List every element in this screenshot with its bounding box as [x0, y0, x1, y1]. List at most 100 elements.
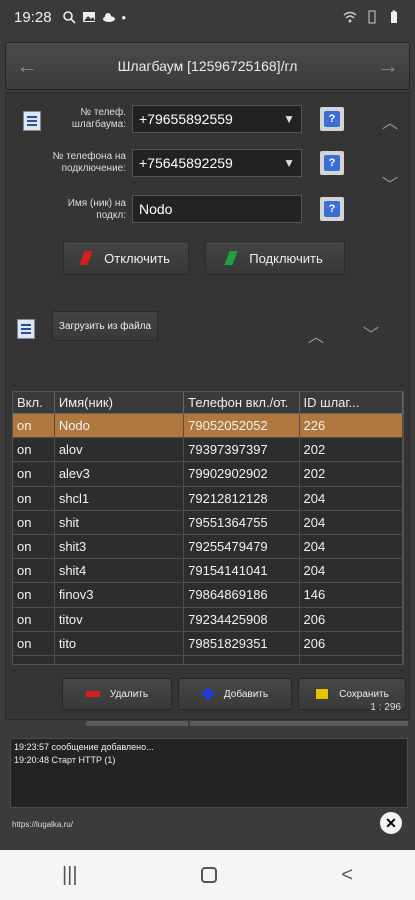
log-panel: 19:23:57 сообщение добавлено... 19:20:48…: [10, 738, 408, 808]
table-cell: 79902902902: [184, 462, 300, 486]
table-cell: 202: [300, 438, 403, 462]
table-cell: on: [13, 438, 55, 462]
table-cell: 79551364755: [184, 510, 300, 534]
main-panel: № телеф. шлагбаума: +79655892559 ▼ ? ︿ №…: [5, 92, 410, 726]
table-row-empty: [13, 655, 403, 664]
title-bar: ← Шлагбаум [12596725168]/гл →: [5, 42, 410, 90]
scrollbar-segment-left[interactable]: [86, 721, 188, 726]
table-row[interactable]: on shit4 79154141041 204: [13, 559, 403, 584]
table-cell: 79255479479: [184, 534, 300, 559]
save-icon: [315, 688, 330, 700]
table-cell: on: [13, 583, 55, 607]
table-cell: alov: [55, 438, 185, 462]
table-cell: [55, 655, 185, 664]
table-cell: [184, 655, 300, 664]
table-cell: titov: [55, 607, 185, 631]
delete-icon: [85, 691, 100, 697]
log-line: 19:23:57 сообщение добавлено...: [14, 742, 154, 752]
search-icon: [62, 11, 76, 24]
help-button-nick[interactable]: ?: [320, 197, 344, 221]
table-cell: 204: [300, 559, 403, 583]
table-cell: finov3: [55, 583, 185, 607]
recent-apps-button[interactable]: |||: [62, 864, 78, 887]
document-icon[interactable]: [23, 111, 41, 131]
table-cell: 206: [300, 631, 403, 655]
col-header-phone[interactable]: Телефон вкл./от.: [184, 392, 300, 413]
col-header-on[interactable]: Вкл.: [13, 392, 55, 413]
table-header: Вкл. Имя(ник) Телефон вкл./от. ID шлаг..…: [13, 392, 403, 414]
horizontal-scrollbar[interactable]: [86, 721, 411, 727]
table-cell: 204: [300, 486, 403, 510]
table-cell: 202: [300, 462, 403, 486]
chevron-down-icon: ▼: [283, 112, 295, 126]
page-title: Шлагбаум [12596725168]/гл: [117, 58, 298, 74]
table-row[interactable]: on alev3 79902902902 202: [13, 462, 403, 487]
table-cell: 79851829351: [184, 631, 300, 655]
load-from-file-button[interactable]: Загрузить из файла: [52, 311, 158, 341]
wifi-icon: [343, 11, 357, 23]
scroll-up-icon[interactable]: ︿: [308, 323, 324, 347]
table-cell: 79052052052: [184, 414, 300, 438]
image-icon: [82, 12, 95, 22]
table-cell: 79234425908: [184, 607, 300, 631]
scroll-down-icon[interactable]: ﹀: [363, 321, 379, 345]
forward-arrow-button[interactable]: →: [367, 43, 409, 89]
table-row[interactable]: on shit 79551364755 204: [13, 510, 403, 535]
chevron-down-icon: ▼: [283, 156, 295, 170]
connect-phone-value: +75645892259: [139, 155, 233, 171]
table-cell: [13, 655, 55, 664]
close-button[interactable]: ✕: [380, 812, 402, 834]
table-row[interactable]: on titov 79234425908 206: [13, 607, 403, 632]
table-body: on Nodo 79052052052 226 on alov 79397397397 202…: [13, 414, 403, 664]
table-row[interactable]: on shcl1 79212812128 204: [13, 486, 403, 511]
col-header-name[interactable]: Имя(ник): [55, 392, 185, 413]
table-cell: on: [13, 462, 55, 486]
dot-icon: •: [121, 9, 127, 25]
table-cell: on: [13, 607, 55, 631]
home-button[interactable]: [201, 867, 218, 883]
disconnect-button[interactable]: Отключить: [63, 241, 189, 275]
scrollbar-segment-right[interactable]: [190, 721, 408, 726]
nick-input[interactable]: Nodo: [132, 195, 302, 223]
table-row[interactable]: on alov 79397397397 202: [13, 438, 403, 463]
table-row[interactable]: on finov3 79864869186 146: [13, 583, 403, 608]
system-back-button[interactable]: <: [341, 864, 353, 887]
phone-select[interactable]: +79655892559 ▼: [132, 105, 302, 133]
status-time: 19:28: [14, 8, 52, 26]
delete-button[interactable]: Удалить: [62, 678, 172, 710]
connect-phone-select[interactable]: +75645892259 ▼: [132, 149, 302, 177]
table-cell: 79212812128: [184, 486, 300, 510]
back-arrow-button[interactable]: ←: [6, 43, 48, 89]
connect-phone-label: № телефона на подключение:: [52, 151, 126, 174]
table-cell: 204: [300, 534, 403, 559]
table-cell: on: [13, 631, 55, 655]
website-link[interactable]: https://lugalka.ru/: [12, 820, 73, 829]
table-cell: shit: [55, 510, 185, 534]
connect-button[interactable]: Подключить: [205, 241, 345, 275]
table-row[interactable]: on tito 79851829351 206: [13, 631, 403, 656]
system-nav-bar: ||| <: [0, 850, 415, 900]
record-counter: 1 : 296: [370, 702, 401, 713]
chevron-up-icon[interactable]: ︿: [382, 109, 398, 133]
file-icon[interactable]: [17, 319, 35, 339]
users-table: Вкл. Имя(ник) Телефон вкл./от. ID шлаг..…: [12, 391, 404, 665]
table-cell: on: [13, 414, 55, 438]
table-cell: alev3: [55, 462, 185, 486]
table-cell: shit4: [55, 559, 185, 583]
table-cell: 79154141041: [184, 559, 300, 583]
col-header-id[interactable]: ID шлаг...: [300, 392, 403, 413]
table-row[interactable]: on shit3 79255479479 204: [13, 534, 403, 560]
app-window: ← Шлагбаум [12596725168]/гл → № телеф. ш…: [0, 34, 415, 850]
add-button[interactable]: Добавить: [178, 678, 292, 710]
table-cell: 206: [300, 607, 403, 631]
log-line: 19:20:48 Старт HTTP (1): [14, 755, 116, 765]
status-bar: 19:28 •: [0, 0, 415, 34]
table-cell: on: [13, 559, 55, 583]
table-row[interactable]: on Nodo 79052052052 226: [13, 414, 403, 439]
chevron-down-icon[interactable]: ﹀: [382, 171, 398, 195]
cloud-icon: [102, 13, 115, 22]
phone-label: № телеф. шлагбаума:: [71, 107, 126, 130]
help-button-connect[interactable]: ?: [320, 151, 344, 175]
help-button-phone[interactable]: ?: [320, 107, 344, 131]
table-cell: 146: [300, 583, 403, 607]
